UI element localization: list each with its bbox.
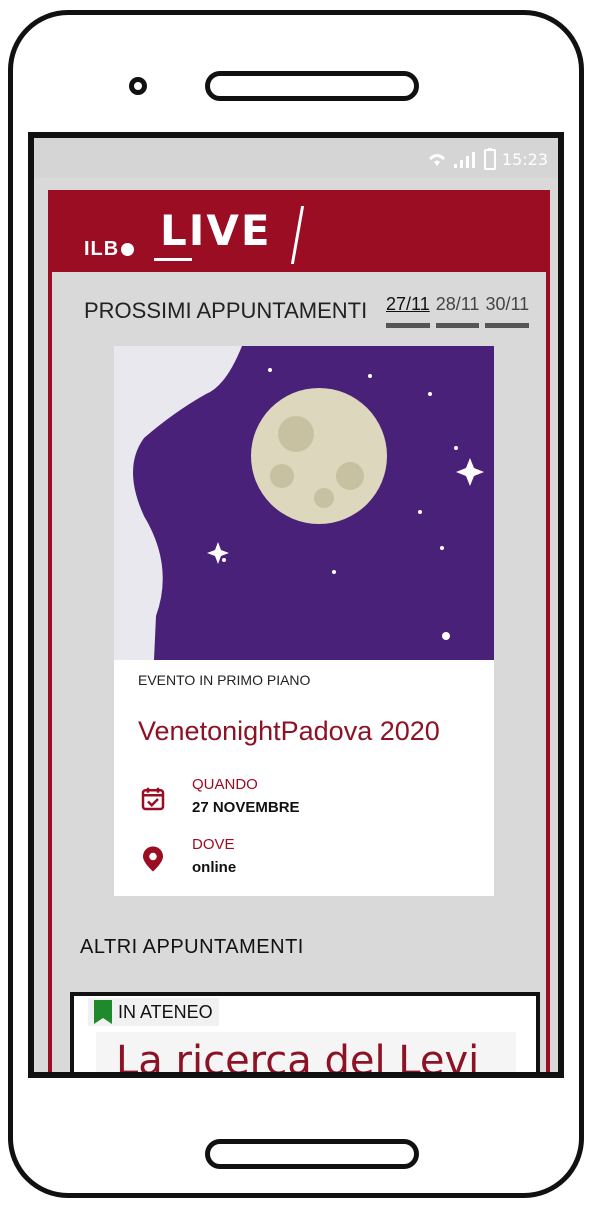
speaker-grille [205,71,419,101]
upcoming-title: PROSSIMI APPUNTAMENTI [84,298,368,323]
where-label: DOVE [192,836,235,853]
date-tabs: 27/11 28/11 30/11 [386,294,530,328]
top-bar: ILB LIVE [52,194,546,272]
tag-label: IN ATENEO [118,1001,213,1022]
home-button[interactable] [205,1139,419,1169]
battery-icon [483,148,496,170]
event-when: QUANDO 27 NOVEMBRE [192,776,300,816]
event-title[interactable]: VenetonightPadova 2020 [138,716,440,747]
event-where: DOVE online [192,836,236,876]
brand-live[interactable]: LIVE [160,206,272,255]
wifi-icon [428,154,445,166]
app-container: ILB LIVE PROSSIMI APPUNTAMENTI 27/11 28/… [48,190,550,1078]
where-value: online [192,859,237,876]
date-tab-30-11[interactable]: 30/11 [485,294,530,328]
headline-text: La ricerca del Levi Cases: [116,1038,480,1078]
event-kicker: EVENTO IN PRIMO PIANO [138,672,311,688]
bookmark-flag-icon [94,1000,112,1024]
date-tab-28-11[interactable]: 28/11 [435,294,480,328]
location-pin-icon [143,846,163,872]
other-event-card[interactable]: IN ATENEO La ricerca del Levi Cases: [70,992,540,1078]
brand-slash [290,206,305,264]
when-label: QUANDO [192,776,258,793]
featured-event-card[interactable]: EVENTO IN PRIMO PIANO VenetonightPadova … [114,346,494,896]
event-category-tag: IN ATENEO [88,998,219,1026]
when-value: 27 NOVEMBRE [192,799,300,816]
device-screen: 15:23 ILB LIVE PROSSIMI APPUNTAMENTI 27/… [28,132,564,1078]
brand-underline [154,258,192,261]
calendar-icon [141,787,165,811]
status-bar: 15:23 [34,138,558,178]
event-when-row: QUANDO 27 NOVEMBRE [138,776,300,816]
brand-prefix: ILB [84,238,120,260]
brand-dot-icon [121,243,135,256]
camera-icon [129,77,147,95]
other-events-title: ALTRI APPUNTAMENTI [80,936,304,958]
status-time: 15:23 [501,149,548,169]
event-hero-image [114,346,494,660]
brand-ilbo-logo: ILB [84,238,135,261]
status-icons: 15:23 [426,148,548,170]
event-where-row: DOVE online [138,836,236,876]
date-tab-27-11[interactable]: 27/11 [386,294,430,328]
moon-night-illustration [114,346,494,660]
signal-icon [453,152,475,168]
other-event-headline[interactable]: La ricerca del Levi Cases: [96,1032,516,1078]
